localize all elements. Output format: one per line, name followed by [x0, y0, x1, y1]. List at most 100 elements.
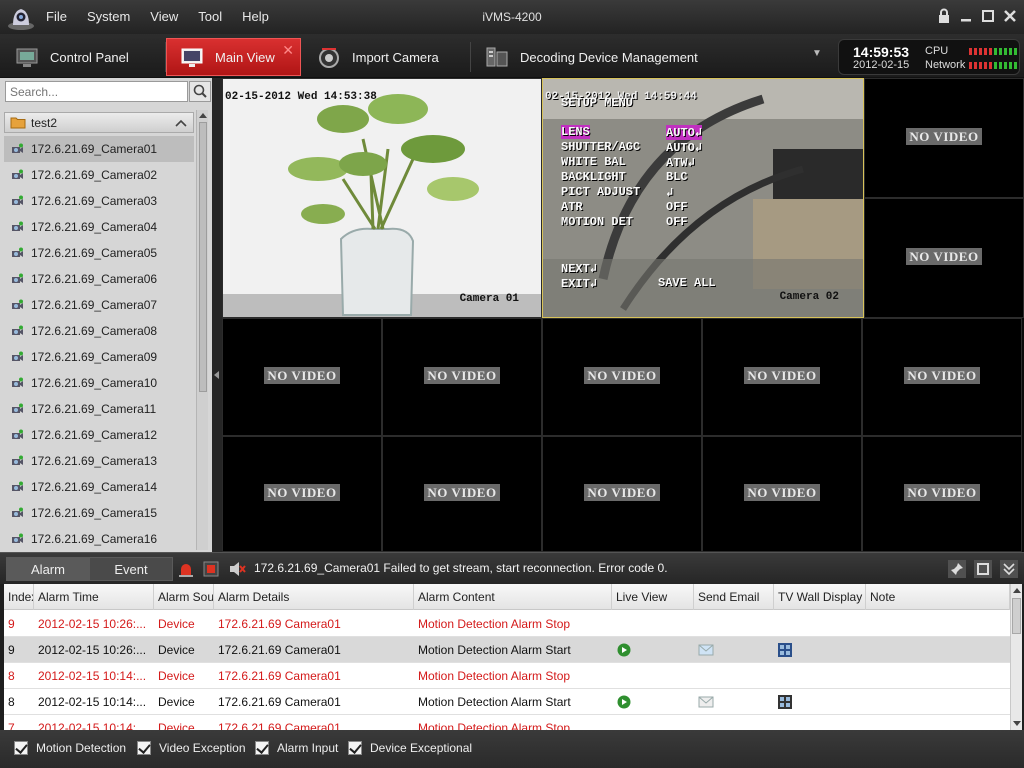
alarm-siren-icon[interactable] [177, 560, 195, 578]
table-cell-index: 9 [8, 643, 15, 657]
alarm-clear-icon[interactable] [202, 560, 220, 578]
camera-list-item[interactable]: 172.6.21.69_Camera05 [4, 240, 194, 266]
camera-list-item[interactable]: 172.6.21.69_Camera04 [4, 214, 194, 240]
video-window-no-video[interactable]: NO VIDEO [702, 318, 862, 436]
video-window-no-video[interactable]: NO VIDEO [542, 436, 702, 552]
video-window-no-video[interactable]: NO VIDEO [222, 318, 382, 436]
column-header[interactable]: Note [866, 584, 1010, 610]
restore-panel-icon[interactable] [974, 560, 992, 578]
column-header[interactable]: Index [4, 584, 34, 610]
table-row[interactable]: 8 2012-02-15 10:14:... Device 172.6.21.69 C… [4, 663, 1010, 689]
tab-close-icon[interactable]: ✕ [282, 42, 294, 59]
video-window-no-video[interactable]: NO VIDEO [862, 318, 1022, 436]
camera-list-item[interactable]: 172.6.21.69_Camera08 [4, 318, 194, 344]
checkbox-checked-icon[interactable] [255, 741, 269, 755]
tab-main-view[interactable]: Main View ✕ [166, 38, 301, 76]
camera-list-item[interactable]: 172.6.21.69_Camera03 [4, 188, 194, 214]
play-icon[interactable] [617, 695, 631, 709]
column-header[interactable]: Send Email [694, 584, 774, 610]
search-box[interactable] [5, 81, 188, 102]
tab-event[interactable]: Event [89, 557, 173, 581]
table-cell-details: 172.6.21.69 Camera01 [218, 643, 341, 657]
email-icon[interactable] [698, 643, 714, 657]
camera-list-item[interactable]: 172.6.21.69_Camera07 [4, 292, 194, 318]
mute-icon[interactable] [228, 560, 246, 578]
table-row[interactable]: 9 2012-02-15 10:26:... Device 172.6.21.69 C… [4, 611, 1010, 637]
email-icon[interactable] [698, 695, 714, 709]
scroll-down-icon[interactable] [1013, 720, 1021, 727]
filter-checkbox[interactable]: Motion Detection [14, 741, 126, 755]
minimize-icon[interactable] [958, 8, 974, 24]
camera-list-scrollbar[interactable] [196, 110, 208, 550]
video-window-no-video[interactable]: NO VIDEO [382, 436, 542, 552]
tv-wall-icon[interactable] [778, 695, 792, 709]
table-row[interactable]: 8 2012-02-15 10:14:... Device 172.6.21.69 C… [4, 689, 1010, 715]
scrollbar-thumb[interactable] [1012, 598, 1021, 634]
video-window-camera01[interactable]: 02-15-2012 Wed 14:53:38 Camera 01 [222, 78, 542, 318]
camera-list-item[interactable]: 172.6.21.69_Camera14 [4, 474, 194, 500]
camera-list-item[interactable]: 172.6.21.69_Camera13 [4, 448, 194, 474]
camera-icon [12, 533, 23, 543]
filter-checkbox[interactable]: Alarm Input [255, 741, 338, 755]
alarm-table-scrollbar[interactable] [1010, 584, 1022, 730]
collapse-panel-down-icon[interactable] [1000, 560, 1018, 578]
tab-alarm[interactable]: Alarm [6, 557, 90, 581]
filter-checkbox[interactable]: Video Exception [137, 741, 246, 755]
camera-list-item[interactable]: 172.6.21.69_Camera06 [4, 266, 194, 292]
camera-list-label: 172.6.21.69_Camera05 [31, 246, 158, 260]
no-video-label: NO VIDEO [223, 367, 381, 384]
video-window-no-video[interactable]: NO VIDEO [542, 318, 702, 436]
play-icon[interactable] [617, 643, 631, 657]
tab-dropdown-icon[interactable]: ▼ [812, 48, 822, 59]
lock-icon[interactable] [936, 8, 952, 24]
maximize-icon[interactable] [980, 8, 996, 24]
search-input[interactable] [6, 82, 187, 101]
close-icon[interactable] [1002, 8, 1018, 24]
collapse-panel-icon[interactable] [214, 371, 220, 379]
video-window-no-video[interactable]: NO VIDEO [222, 436, 382, 552]
collapse-icon[interactable] [175, 118, 187, 128]
panel-splitter[interactable] [212, 78, 222, 552]
scroll-up-icon[interactable] [199, 112, 207, 119]
video-window-no-video[interactable]: NO VIDEO [864, 78, 1024, 198]
tab-decoding-device-management[interactable]: Decoding Device Management [484, 38, 804, 76]
column-header[interactable]: TV Wall Display [774, 584, 866, 610]
table-row[interactable]: 7 2012-02-15 10:14:... Device 172.6.21.69 C… [4, 715, 1010, 730]
setup-menu-item-value: BLC [666, 170, 688, 184]
camera-list-item[interactable]: 172.6.21.69_Camera12 [4, 422, 194, 448]
camera-list-item[interactable]: 172.6.21.69_Camera02 [4, 162, 194, 188]
camera-list-panel: test2 172.6.21.69_Camera01172.6.21.69_Ca… [0, 78, 212, 552]
column-header[interactable]: Live View [612, 584, 694, 610]
column-header[interactable]: Alarm Content [414, 584, 612, 610]
search-button[interactable] [189, 81, 211, 102]
scrollbar-thumb[interactable] [199, 122, 207, 392]
checkbox-checked-icon[interactable] [348, 741, 362, 755]
camera-icon [12, 481, 23, 491]
camera-list-item[interactable]: 172.6.21.69_Camera10 [4, 370, 194, 396]
checkbox-checked-icon[interactable] [14, 741, 28, 755]
video-window-no-video[interactable]: NO VIDEO [702, 436, 862, 552]
scroll-up-icon[interactable] [1013, 587, 1021, 594]
video-window-no-video[interactable]: NO VIDEO [382, 318, 542, 436]
video-window-no-video[interactable]: NO VIDEO [864, 198, 1024, 318]
checkbox-checked-icon[interactable] [137, 741, 151, 755]
video-window-no-video[interactable]: NO VIDEO [862, 436, 1022, 552]
column-header[interactable]: Alarm Source [154, 584, 214, 610]
tab-control-panel[interactable]: Control Panel [14, 38, 164, 76]
tv-wall-icon[interactable] [778, 643, 792, 657]
camera-list-item[interactable]: 172.6.21.69_Camera09 [4, 344, 194, 370]
camera-list-item[interactable]: 172.6.21.69_Camera15 [4, 500, 194, 526]
table-row[interactable]: 9 2012-02-15 10:26:... Device 172.6.21.69 C… [4, 637, 1010, 663]
camera-list-item[interactable]: 172.6.21.69_Camera01 [4, 136, 194, 162]
pin-icon[interactable] [948, 560, 966, 578]
column-header[interactable]: Alarm Time [34, 584, 154, 610]
camera-group-header[interactable]: test2 [4, 112, 194, 133]
video-window-camera02[interactable]: 02-15-2012 Wed 14:59:44 SETUP MENU LENS A… [542, 78, 864, 318]
no-video-label: NO VIDEO [543, 484, 701, 501]
camera-list-item[interactable]: 172.6.21.69_Camera11 [4, 396, 194, 422]
column-header[interactable]: Alarm Details [214, 584, 414, 610]
filter-checkbox[interactable]: Device Exceptional [348, 741, 472, 755]
main-view-icon [181, 48, 203, 67]
camera-list-item[interactable]: 172.6.21.69_Camera16 [4, 526, 194, 552]
tab-import-camera[interactable]: Import Camera [316, 38, 466, 76]
